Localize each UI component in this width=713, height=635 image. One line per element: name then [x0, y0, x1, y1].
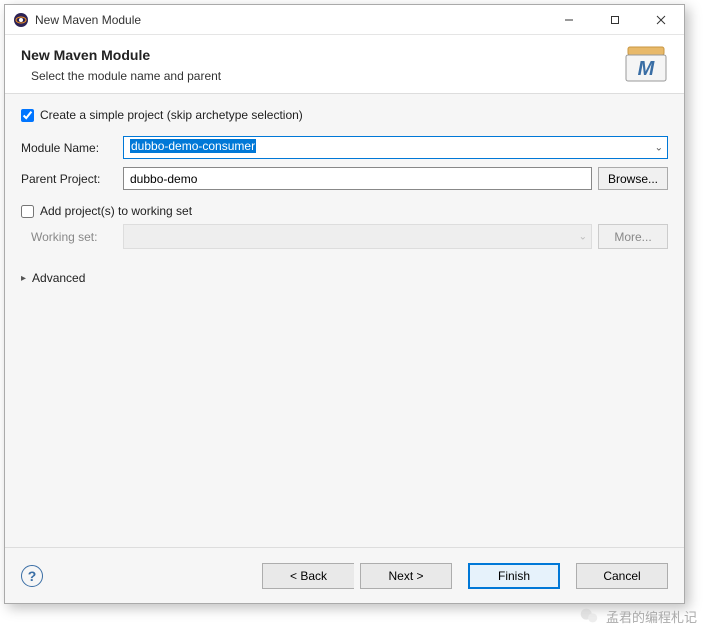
wizard-header: New Maven Module Select the module name …	[5, 35, 684, 94]
cancel-button[interactable]: Cancel	[576, 563, 668, 589]
simple-project-checkbox[interactable]	[21, 109, 34, 122]
parent-project-row: Parent Project: Browse...	[21, 167, 668, 190]
advanced-toggle[interactable]: ▸ Advanced	[21, 271, 668, 285]
window-controls	[546, 5, 684, 34]
window-title: New Maven Module	[35, 13, 546, 27]
wizard-footer: ? < Back Next > Finish Cancel	[5, 547, 684, 603]
browse-button[interactable]: Browse...	[598, 167, 668, 190]
chevron-down-icon[interactable]: ⌄	[655, 142, 663, 153]
nav-button-group: < Back Next >	[262, 563, 452, 589]
wechat-icon	[578, 605, 600, 627]
simple-project-label[interactable]: Create a simple project (skip archetype …	[40, 108, 303, 122]
finish-button[interactable]: Finish	[468, 563, 560, 589]
chevron-down-icon: ⌄	[579, 231, 587, 242]
working-set-label: Working set:	[31, 230, 117, 244]
add-working-set-label[interactable]: Add project(s) to working set	[40, 204, 192, 218]
dialog-window: New Maven Module New Maven Module Select…	[4, 4, 685, 604]
parent-project-input[interactable]	[123, 167, 592, 190]
parent-project-label: Parent Project:	[21, 172, 117, 186]
titlebar[interactable]: New Maven Module	[5, 5, 684, 35]
wizard-content: Create a simple project (skip archetype …	[5, 94, 684, 547]
next-button[interactable]: Next >	[360, 563, 452, 589]
module-name-label: Module Name:	[21, 141, 117, 155]
back-button[interactable]: < Back	[262, 563, 354, 589]
watermark-text: 孟君的编程札记	[606, 607, 697, 626]
more-button: More...	[598, 224, 668, 249]
simple-project-row: Create a simple project (skip archetype …	[21, 108, 668, 122]
svg-text:M: M	[638, 58, 656, 80]
working-set-row: Add project(s) to working set	[21, 204, 668, 218]
working-set-selector-row: Working set: ⌄ More...	[21, 224, 668, 249]
help-button[interactable]: ?	[21, 565, 43, 587]
module-name-row: Module Name: dubbo-demo-consumer ⌄	[21, 136, 668, 159]
maven-wizard-icon: M	[624, 45, 668, 83]
module-name-input[interactable]: dubbo-demo-consumer ⌄	[123, 136, 668, 159]
add-working-set-checkbox[interactable]	[21, 205, 34, 218]
watermark: 孟君的编程札记	[578, 605, 697, 627]
eclipse-icon	[13, 12, 29, 28]
wizard-title: New Maven Module	[21, 47, 221, 63]
wizard-subtitle: Select the module name and parent	[31, 69, 221, 83]
working-set-combo: ⌄	[123, 224, 592, 249]
advanced-label: Advanced	[32, 271, 85, 285]
caret-right-icon: ▸	[21, 273, 26, 284]
minimize-button[interactable]	[546, 5, 592, 34]
module-name-value: dubbo-demo-consumer	[130, 139, 256, 153]
maximize-button[interactable]	[592, 5, 638, 34]
close-button[interactable]	[638, 5, 684, 34]
